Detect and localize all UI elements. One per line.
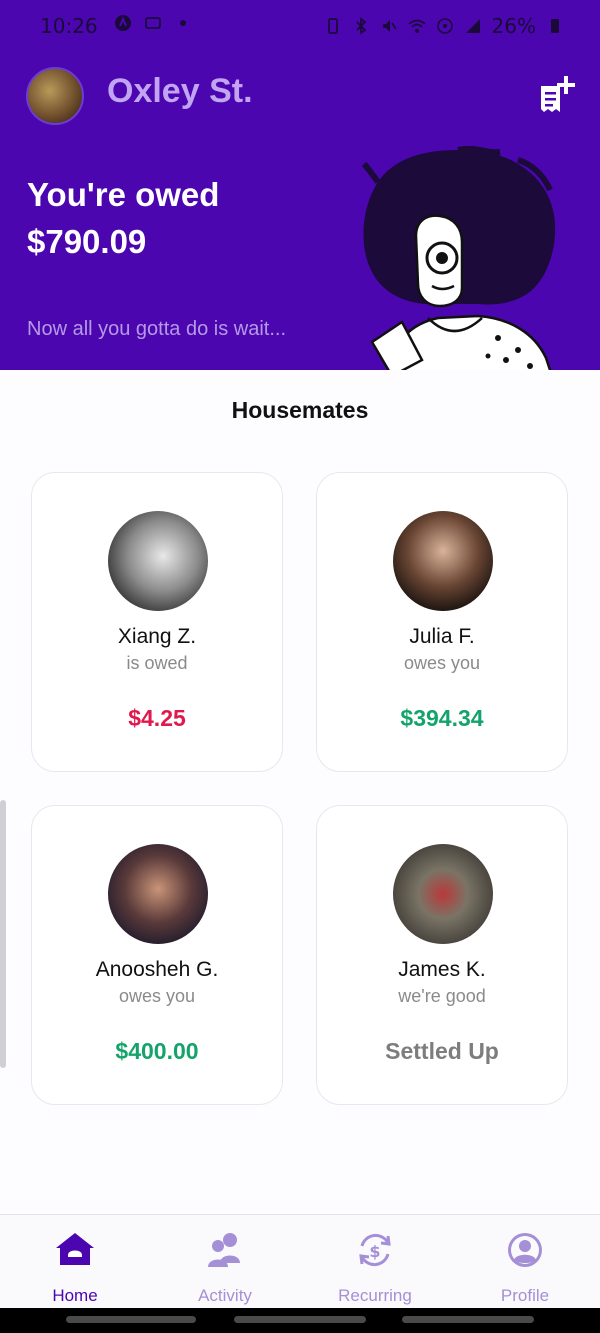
- nav-home-label: Home: [52, 1286, 98, 1305]
- nav-activity-label: Activity: [198, 1286, 252, 1305]
- battery-icon: [551, 19, 559, 33]
- signal-icon: [465, 19, 480, 33]
- battery-saver-icon: [327, 18, 338, 34]
- bottom-nav: Home Activity $ Recurring Profile: [0, 1214, 600, 1309]
- housemate-name: Xiang Z.: [117, 625, 197, 648]
- housemate-status: is owed: [126, 653, 188, 673]
- housemate-card[interactable]: James K. we're good Settled Up: [316, 805, 568, 1105]
- housemate-name: Julia F.: [409, 625, 475, 648]
- nav-home[interactable]: Home: [0, 1215, 150, 1309]
- housemate-avatar: [393, 511, 493, 611]
- home-icon: [56, 1233, 94, 1265]
- status-time: 10:26: [40, 14, 98, 38]
- nav-activity[interactable]: Activity: [150, 1215, 300, 1309]
- wifi-icon: [407, 19, 426, 33]
- hotspot-icon: [436, 18, 453, 34]
- housemate-avatar: [393, 844, 493, 944]
- house-name[interactable]: Oxley St.: [107, 72, 253, 111]
- bluetooth-icon: [355, 17, 366, 35]
- character-illustration: [361, 146, 556, 370]
- nav-profile-label: Profile: [500, 1286, 550, 1305]
- status-bar: 10:26 26%: [0, 0, 600, 56]
- housemate-name: James K.: [398, 958, 486, 981]
- recurring-dollar-icon: $: [359, 1233, 391, 1267]
- nav-recurring-label: Recurring: [338, 1286, 412, 1305]
- profile-icon: [508, 1233, 542, 1267]
- cast-icon: [145, 17, 161, 29]
- nav-profile[interactable]: Profile: [450, 1215, 600, 1309]
- housemate-amount: Settled Up: [385, 1038, 499, 1064]
- housemate-avatar: [108, 511, 208, 611]
- housemate-card[interactable]: Xiang Z. is owed $4.25: [31, 472, 283, 772]
- housemate-name: Anoosheh G.: [95, 958, 219, 981]
- owed-amount: $790.09: [27, 223, 147, 260]
- housemate-status: owes you: [403, 653, 481, 673]
- nav-recurring[interactable]: $ Recurring: [300, 1215, 450, 1309]
- system-nav-pill: [234, 1316, 366, 1323]
- owed-title: You're owed: [27, 176, 220, 213]
- system-nav-pill: [66, 1316, 196, 1323]
- housemate-card[interactable]: Julia F. owes you $394.34: [316, 472, 568, 772]
- housemate-amount: $4.25: [128, 705, 186, 731]
- system-nav-pill: [402, 1316, 534, 1323]
- housemate-status: we're good: [398, 986, 486, 1006]
- housemate-amount: $400.00: [115, 1038, 199, 1064]
- user-avatar[interactable]: [26, 67, 84, 125]
- add-bill-icon[interactable]: [538, 74, 576, 114]
- dot-icon: [180, 20, 186, 26]
- status-notification-icons: [114, 14, 192, 32]
- housemate-status: owes you: [118, 986, 196, 1006]
- svg-text:$: $: [369, 1242, 380, 1261]
- header-banner: 10:26 26% Oxley St. You're owed $790.09 …: [0, 0, 600, 370]
- housemate-avatar: [108, 844, 208, 944]
- housemates-title: Housemates: [231, 397, 369, 423]
- status-system-icons: 26%: [324, 14, 564, 38]
- tagline: Now all you gotta do is wait...: [27, 318, 287, 340]
- mute-icon: [382, 20, 397, 32]
- people-icon: [208, 1233, 240, 1267]
- battery-percent: 26%: [491, 14, 536, 38]
- housemate-card[interactable]: Anoosheh G. owes you $400.00: [31, 805, 283, 1105]
- app-notification-icon: [115, 15, 131, 31]
- scrollbar[interactable]: [0, 800, 6, 1068]
- housemate-amount: $394.34: [400, 705, 484, 731]
